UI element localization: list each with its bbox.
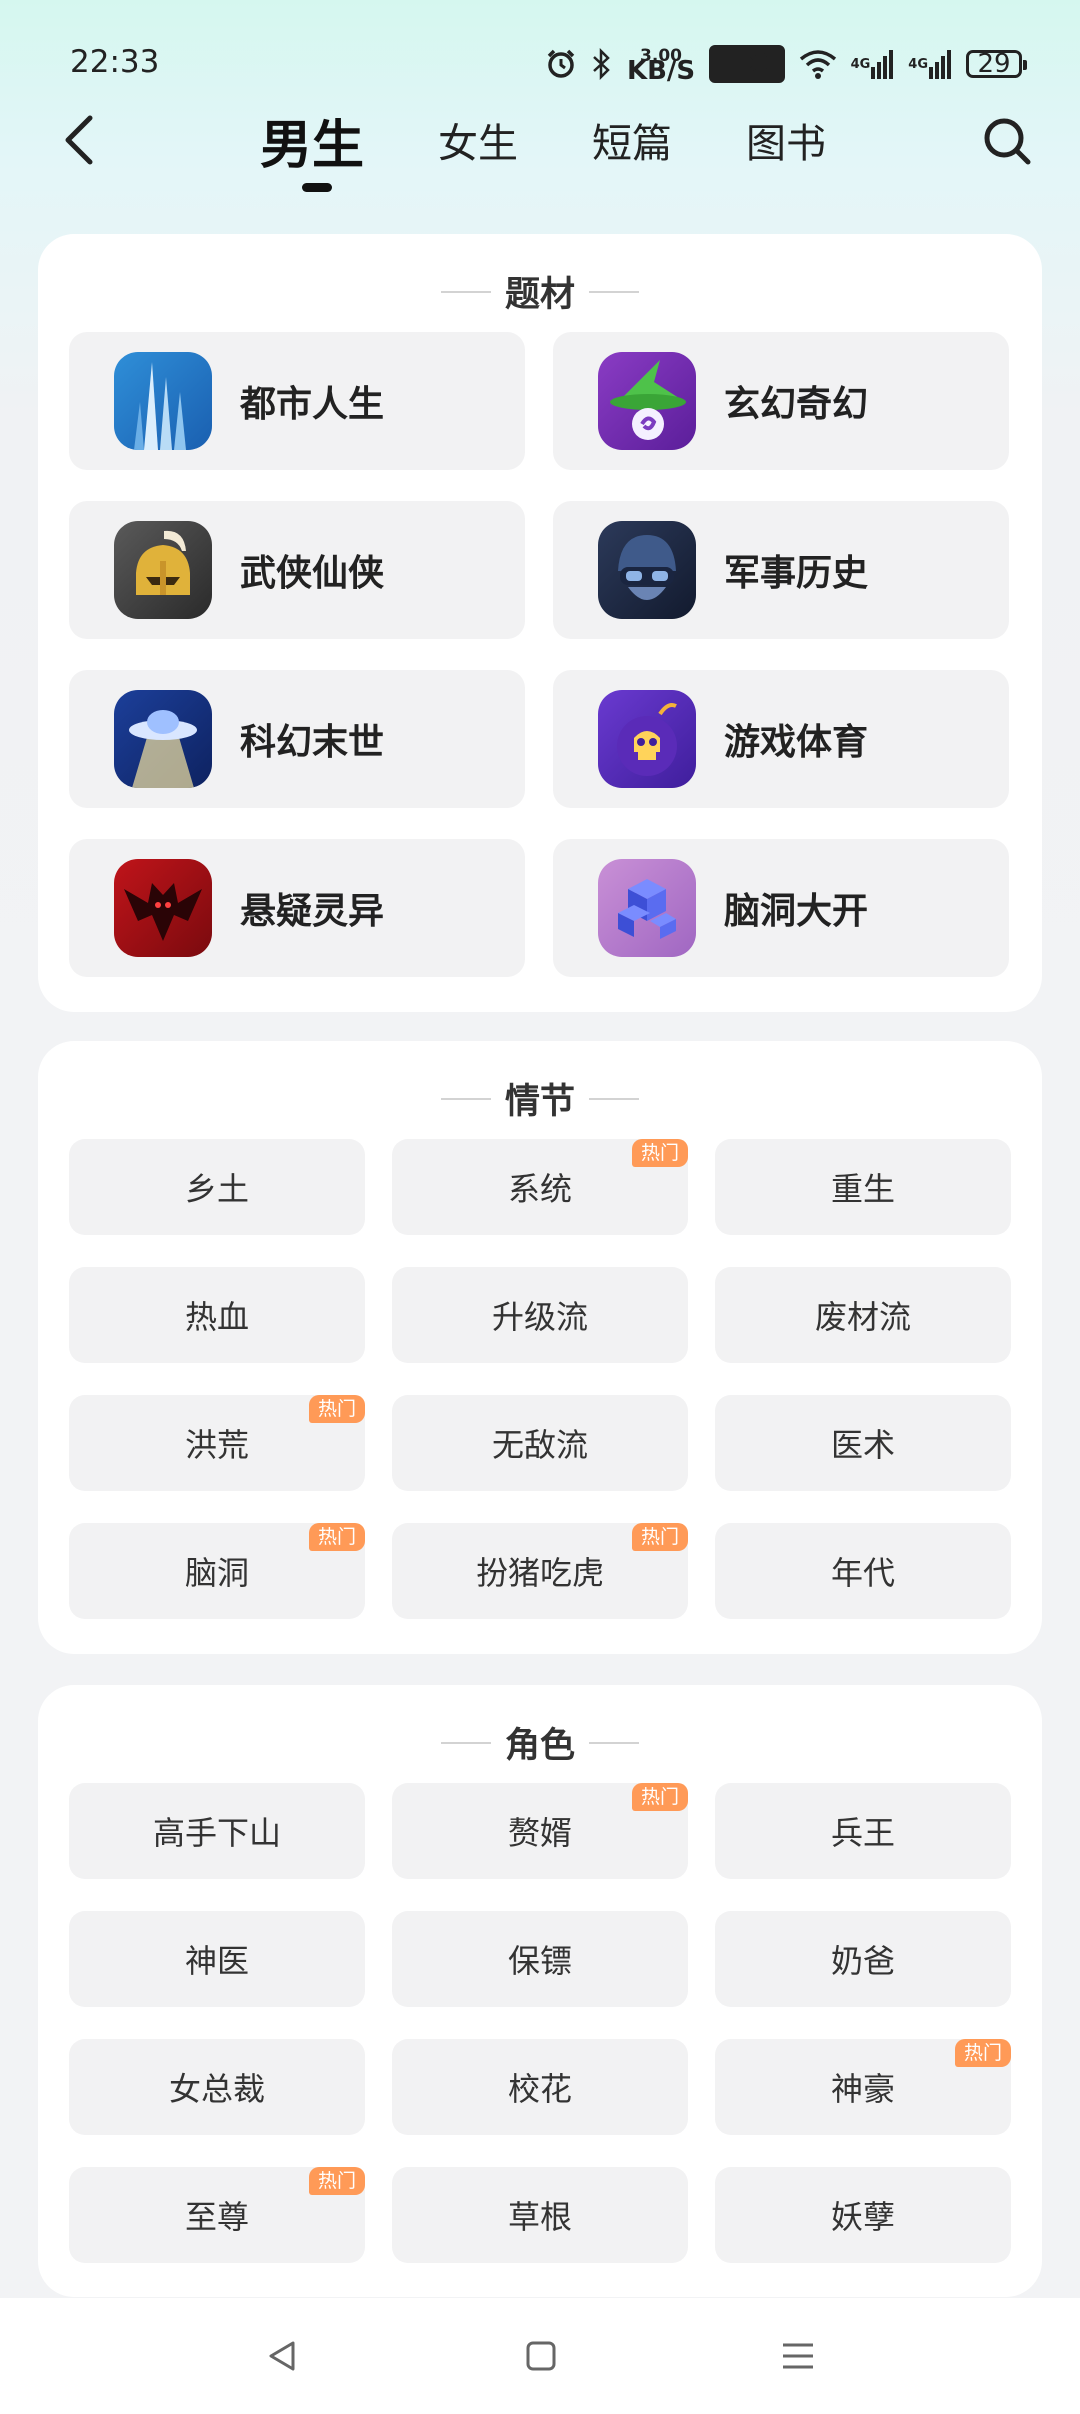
top-nav: 男生 女生 短篇 图书 bbox=[0, 100, 1080, 192]
plot-tag[interactable]: 重生 bbox=[715, 1139, 1011, 1235]
square-home-icon bbox=[526, 2341, 556, 2371]
genre-scifi[interactable]: 科幻末世 bbox=[69, 670, 525, 808]
tab-short[interactable]: 短篇 bbox=[592, 111, 672, 169]
genre-grid: 都市人生 玄幻奇幻 武侠仙侠 军事历史 科幻末世 游戏体育 悬疑灵异 脑洞大开 bbox=[69, 332, 1011, 977]
network-speed: 3.00 KB/S bbox=[626, 46, 696, 86]
role-tag[interactable]: 兵王 bbox=[715, 1783, 1011, 1879]
plot-section-title: 情节 bbox=[38, 1073, 1042, 1124]
nav-back-button[interactable] bbox=[262, 2336, 302, 2376]
plot-tag[interactable]: 年代 bbox=[715, 1523, 1011, 1619]
hot-badge: 热门 bbox=[954, 2039, 1011, 2067]
bluetooth-icon bbox=[591, 48, 613, 80]
skull-bomb-icon bbox=[598, 690, 696, 788]
divider bbox=[589, 290, 639, 293]
plot-tag[interactable]: 扮猪吃虎 热门 bbox=[392, 1523, 688, 1619]
role-tag[interactable]: 妖孽 bbox=[715, 2167, 1011, 2263]
signal-2-icon: 4G bbox=[908, 49, 952, 79]
warrior-helmet-icon bbox=[114, 521, 212, 619]
nav-home-button[interactable] bbox=[521, 2336, 561, 2376]
plot-tag[interactable]: 无敌流 bbox=[392, 1395, 688, 1491]
demon-bat-icon bbox=[114, 859, 212, 957]
genre-card: 题材 都市人生 玄幻奇幻 武侠仙侠 军事历史 科幻末世 游戏体育 悬疑灵异 脑洞… bbox=[38, 234, 1042, 1012]
search-button[interactable] bbox=[972, 106, 1042, 176]
plot-tag[interactable]: 乡土 bbox=[69, 1139, 365, 1235]
back-button[interactable] bbox=[50, 110, 110, 170]
divider bbox=[440, 290, 491, 293]
role-card: 角色 高手下山 赘婿 热门 兵王 神医 保镖 奶爸 女总裁 校花 神豪 热门 至尊热… bbox=[38, 1685, 1042, 2297]
role-tag[interactable]: 女总裁 bbox=[69, 2039, 365, 2135]
tab-female[interactable]: 女生 bbox=[438, 111, 518, 169]
role-tag[interactable]: 赘婿 热门 bbox=[392, 1783, 688, 1879]
role-tag[interactable]: 草根 bbox=[392, 2167, 688, 2263]
role-tag[interactable]: 高手下山 bbox=[69, 1783, 365, 1879]
plot-tag[interactable]: 热血 bbox=[69, 1267, 365, 1363]
plot-tag[interactable]: 系统 热门 bbox=[392, 1139, 688, 1235]
nav-menu-button[interactable] bbox=[778, 2336, 818, 2376]
role-tag-grid: 高手下山 赘婿 热门 兵王 神医 保镖 奶爸 女总裁 校花 神豪 热门 至尊 热门 草… bbox=[69, 1783, 1011, 2263]
system-nav-bar bbox=[0, 2298, 1080, 2414]
hot-badge: 热门 bbox=[631, 1139, 688, 1167]
status-time: 22:33 bbox=[70, 44, 160, 80]
chevron-left-icon bbox=[65, 115, 93, 165]
genre-urban[interactable]: 都市人生 bbox=[69, 332, 525, 470]
battery-icon: 29 bbox=[966, 49, 1027, 79]
tab-male[interactable]: 男生 bbox=[260, 103, 364, 192]
hot-badge: 热门 bbox=[631, 1783, 688, 1811]
search-icon bbox=[984, 118, 1031, 165]
genre-military[interactable]: 军事历史 bbox=[553, 501, 1009, 639]
cube-puzzle-icon bbox=[598, 859, 696, 957]
plot-tag[interactable]: 升级流 bbox=[392, 1267, 688, 1363]
ufo-icon bbox=[114, 690, 212, 788]
status-icons: 3.00 KB/S HD1 4G 4G 29 bbox=[545, 44, 1027, 86]
role-tag[interactable]: 神豪 热门 bbox=[715, 2039, 1011, 2135]
plot-tag[interactable]: 废材流 bbox=[715, 1267, 1011, 1363]
role-tag[interactable]: 奶爸 bbox=[715, 1911, 1011, 2007]
genre-mystery[interactable]: 悬疑灵异 bbox=[69, 839, 525, 977]
plot-tag[interactable]: 脑洞 热门 bbox=[69, 1523, 365, 1619]
hot-badge: 热门 bbox=[308, 1395, 365, 1423]
plot-tag[interactable]: 洪荒 热门 bbox=[69, 1395, 365, 1491]
divider bbox=[440, 1097, 491, 1100]
wifi-icon bbox=[799, 49, 837, 79]
divider bbox=[589, 1741, 639, 1744]
genre-section-title: 题材 bbox=[38, 266, 1042, 317]
category-tabs: 男生 女生 短篇 图书 bbox=[260, 100, 900, 192]
genre-wuxia[interactable]: 武侠仙侠 bbox=[69, 501, 525, 639]
city-skyscraper-icon bbox=[114, 352, 212, 450]
role-tag[interactable]: 至尊 热门 bbox=[69, 2167, 365, 2263]
genre-fantasy[interactable]: 玄幻奇幻 bbox=[553, 332, 1009, 470]
wizard-hat-icon bbox=[598, 352, 696, 450]
plot-tag[interactable]: 医术 bbox=[715, 1395, 1011, 1491]
divider bbox=[440, 1741, 491, 1744]
triangle-back-icon bbox=[269, 2341, 295, 2371]
role-section-title: 角色 bbox=[38, 1717, 1042, 1768]
signal-1-icon: 4G bbox=[851, 49, 895, 79]
hot-badge: 热门 bbox=[308, 1523, 365, 1551]
genre-imaginative[interactable]: 脑洞大开 bbox=[553, 839, 1009, 977]
soldier-icon bbox=[598, 521, 696, 619]
role-tag[interactable]: 校花 bbox=[392, 2039, 688, 2135]
plot-tag-grid: 乡土 系统 热门 重生 热血 升级流 废材流 洪荒 热门 无敌流 医术 脑洞 热门 扮… bbox=[69, 1139, 1011, 1619]
alarm-icon bbox=[545, 48, 577, 80]
hd-voice-badge: HD1 bbox=[709, 45, 785, 83]
plot-card: 情节 乡土 系统 热门 重生 热血 升级流 废材流 洪荒 热门 无敌流 医术 脑洞热… bbox=[38, 1041, 1042, 1654]
role-tag[interactable]: 神医 bbox=[69, 1911, 365, 2007]
menu-icon bbox=[783, 2343, 813, 2369]
divider bbox=[589, 1097, 639, 1100]
tab-books[interactable]: 图书 bbox=[746, 111, 826, 169]
hot-badge: 热门 bbox=[631, 1523, 688, 1551]
hot-badge: 热门 bbox=[308, 2167, 365, 2195]
genre-gaming[interactable]: 游戏体育 bbox=[553, 670, 1009, 808]
role-tag[interactable]: 保镖 bbox=[392, 1911, 688, 2007]
